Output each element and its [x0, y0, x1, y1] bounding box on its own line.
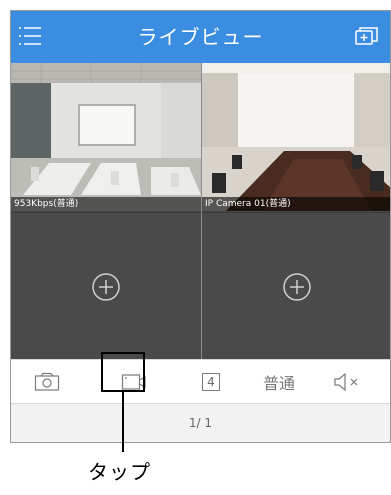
page-indicator: 1/ 1	[188, 416, 213, 430]
quality-button[interactable]: 普通	[249, 360, 309, 403]
camera-caption: 953Kbps(普通)	[11, 197, 201, 211]
boardroom-image	[202, 63, 390, 211]
multi-screen-icon[interactable]	[354, 25, 380, 49]
split-count: 4	[202, 372, 220, 391]
app-frame: ライブビュー 953Kbps(普通) IP Camera 01(普通) 4 普通…	[10, 10, 391, 443]
callout-line	[122, 392, 124, 452]
add-camera-icon[interactable]	[282, 272, 312, 302]
tap-highlight-box	[101, 352, 145, 392]
camera-icon	[34, 372, 60, 391]
empty-channel-tile[interactable]	[11, 212, 201, 360]
quality-label: 普通	[262, 373, 295, 393]
callout-label: タップ	[88, 460, 151, 484]
add-camera-icon[interactable]	[91, 272, 121, 302]
camera-tile-1[interactable]: 953Kbps(普通)	[11, 63, 201, 211]
page-title: ライブビュー	[137, 25, 264, 49]
camera-caption: IP Camera 01(普通)	[202, 197, 390, 211]
snapshot-button[interactable]	[25, 360, 69, 403]
control-toolbar: 4 普通	[11, 359, 390, 404]
grid-divider	[201, 63, 202, 359]
conference-room-image	[11, 63, 201, 211]
mute-button[interactable]	[323, 360, 373, 403]
empty-channel-tile[interactable]	[202, 212, 390, 360]
speaker-mute-icon	[334, 372, 358, 391]
title-bar: ライブビュー	[11, 11, 390, 63]
camera-tile-2[interactable]: IP Camera 01(普通)	[202, 63, 390, 211]
split-screen-button[interactable]: 4	[189, 360, 233, 403]
